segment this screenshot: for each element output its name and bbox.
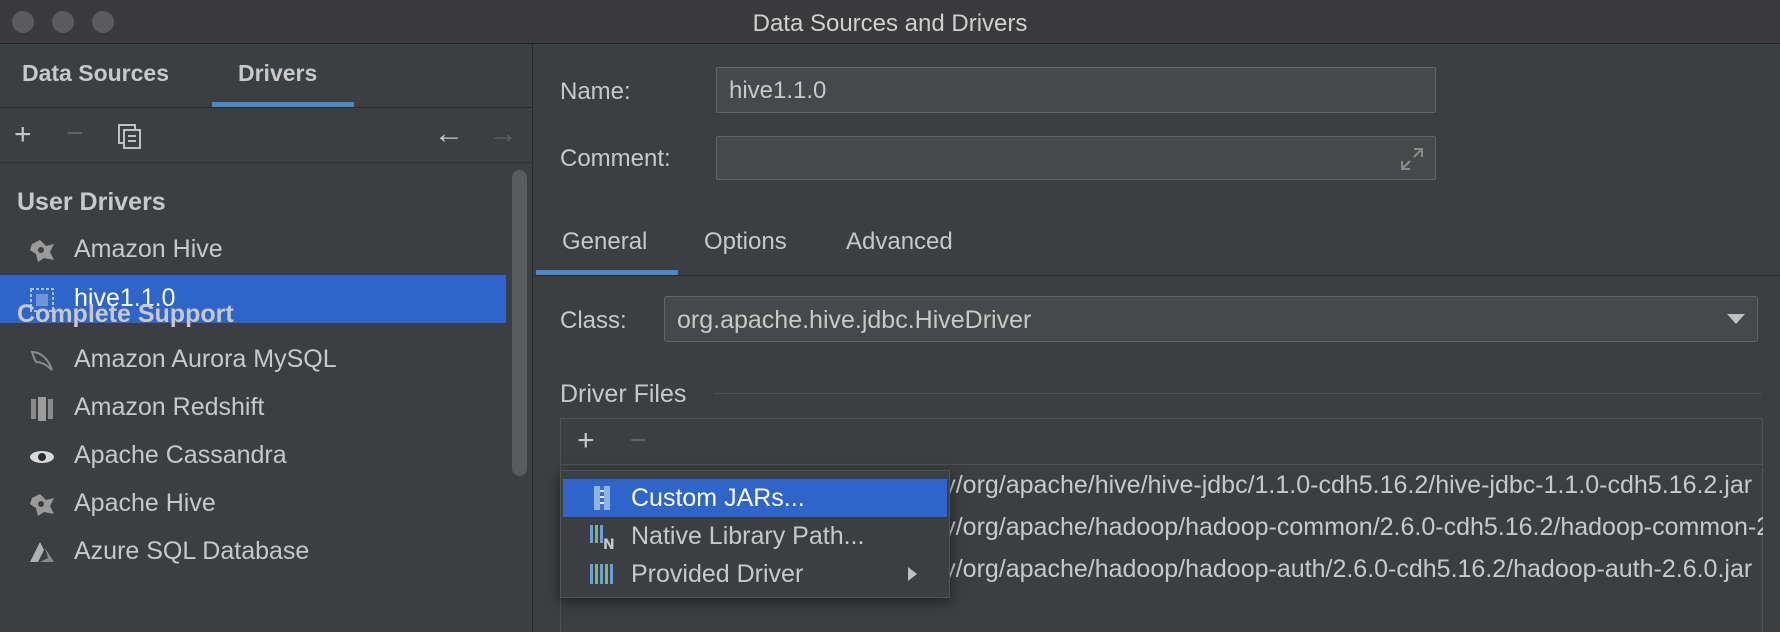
name-label: Name: xyxy=(560,78,631,105)
cassandra-eye-icon xyxy=(28,444,56,470)
tab-options[interactable]: Options xyxy=(704,228,787,256)
group-header-user-drivers: User Drivers xyxy=(17,188,166,216)
window-title: Data Sources and Drivers xyxy=(752,10,1028,37)
driver-item-label: Apache Cassandra xyxy=(74,441,287,469)
mysql-dolphin-icon xyxy=(28,348,56,374)
expand-icon[interactable] xyxy=(1399,146,1425,172)
name-field[interactable]: hive1.1.0 xyxy=(716,67,1436,113)
comment-label: Comment: xyxy=(560,145,671,172)
driver-item-label: Amazon Hive xyxy=(74,235,223,263)
menu-item-provided-driver[interactable]: Provided Driver xyxy=(563,555,947,593)
driver-file-row[interactable]: ory/org/apache/hadoop/hadoop-auth/2.6.0-… xyxy=(921,555,1763,584)
left-panel: Data Sources Drivers + − ← → User Driver… xyxy=(0,44,533,632)
svg-text:N: N xyxy=(603,537,615,549)
forward-button[interactable]: → xyxy=(488,119,518,149)
driver-files-toolbar: + − xyxy=(561,419,1762,465)
driver-file-row[interactable]: ory/org/apache/hadoop/hadoop-common/2.6.… xyxy=(921,513,1763,542)
group-header-complete-support: Complete Support xyxy=(17,300,234,328)
add-driver-file-menu: Custom JARs... N Native Library Path... … xyxy=(560,470,950,598)
driver-item-apache-cassandra[interactable]: Apache Cassandra xyxy=(0,432,506,480)
driver-item-azure-sql-database[interactable]: Azure SQL Database xyxy=(0,528,506,576)
chevron-right-icon xyxy=(908,567,917,581)
native-library-icon: N xyxy=(589,523,615,553)
driver-item-amazon-hive[interactable]: Amazon Hive xyxy=(0,226,506,274)
menu-item-native-library-path[interactable]: N Native Library Path... xyxy=(563,517,947,555)
driver-item-label: Azure SQL Database xyxy=(74,537,310,565)
menu-item-label: Native Library Path... xyxy=(631,522,865,550)
tab-general[interactable]: General xyxy=(562,228,647,256)
remove-driver-file-button[interactable]: − xyxy=(629,426,647,456)
menu-item-label: Custom JARs... xyxy=(631,484,805,512)
remove-driver-button[interactable]: − xyxy=(66,119,84,149)
chevron-down-icon xyxy=(1727,314,1745,324)
driver-item-apache-hive[interactable]: Apache Hive xyxy=(0,480,506,528)
class-label: Class: xyxy=(560,307,627,334)
hive-bee-icon xyxy=(28,492,56,518)
tab-data-sources[interactable]: Data Sources xyxy=(22,60,169,87)
comment-field[interactable] xyxy=(716,136,1436,180)
title-bar: Data Sources and Drivers xyxy=(0,0,1780,44)
driver-item-label: Amazon Redshift xyxy=(74,393,265,421)
driver-file-row[interactable]: ory/org/apache/hive/hive-jdbc/1.1.0-cdh5… xyxy=(921,471,1763,500)
menu-item-custom-jars[interactable]: Custom JARs... xyxy=(563,479,947,517)
class-select[interactable]: org.apache.hive.jdbc.HiveDriver xyxy=(664,296,1758,342)
tab-drivers[interactable]: Drivers xyxy=(238,60,317,87)
driver-item-label: Apache Hive xyxy=(74,489,216,517)
add-driver-button[interactable]: + xyxy=(14,120,32,150)
duplicate-icon[interactable] xyxy=(116,122,144,150)
drivers-list-scrollbar[interactable] xyxy=(512,170,527,476)
driver-item-amazon-aurora-mysql[interactable]: Amazon Aurora MySQL xyxy=(0,336,506,384)
jar-file-icon xyxy=(589,485,615,511)
provided-driver-icon xyxy=(589,561,615,587)
hive-bee-icon xyxy=(28,238,56,264)
redshift-icon xyxy=(28,396,56,422)
back-button[interactable]: ← xyxy=(434,119,464,149)
add-driver-file-button[interactable]: + xyxy=(577,426,595,456)
driver-item-amazon-redshift[interactable]: Amazon Redshift xyxy=(0,384,506,432)
driver-files-title: Driver Files xyxy=(560,380,687,408)
tab-advanced[interactable]: Advanced xyxy=(846,228,953,256)
azure-icon xyxy=(28,540,56,566)
class-value: org.apache.hive.jdbc.HiveDriver xyxy=(677,306,1032,334)
driver-item-label: Amazon Aurora MySQL xyxy=(74,345,337,373)
menu-item-label: Provided Driver xyxy=(631,560,804,588)
